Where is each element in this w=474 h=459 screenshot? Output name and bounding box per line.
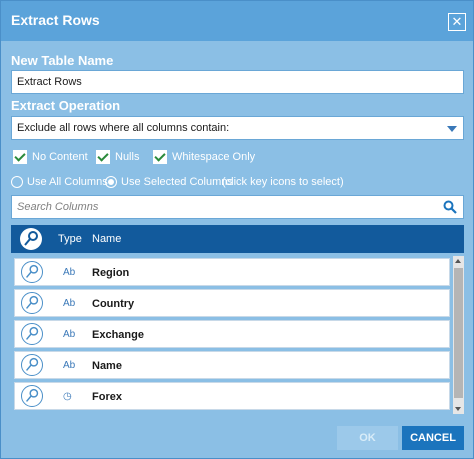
name-cell: Name xyxy=(92,360,122,372)
name-cell: Exchange xyxy=(92,329,144,341)
table-row[interactable]: ◷ Forex xyxy=(14,382,450,410)
table-name-label: New Table Name xyxy=(11,53,114,68)
checkbox-checked-icon[interactable] xyxy=(153,150,167,164)
table-row[interactable]: Ab Name xyxy=(14,351,450,379)
nulls-checkbox[interactable]: Nulls xyxy=(96,150,139,164)
whitespace-only-label: Whitespace Only xyxy=(172,151,256,163)
no-content-checkbox[interactable]: No Content xyxy=(13,150,88,164)
radio-unselected-icon[interactable] xyxy=(11,176,23,188)
name-cell: Country xyxy=(92,298,135,310)
type-cell: Ab xyxy=(63,298,76,309)
ok-button[interactable]: OK xyxy=(337,426,398,450)
title-bar: Extract Rows ✕ xyxy=(1,1,473,41)
radio-hint: (click key icons to select) xyxy=(222,176,344,188)
type-cell: Ab xyxy=(63,329,76,340)
key-icon[interactable] xyxy=(21,292,43,314)
scroll-up-icon[interactable] xyxy=(455,259,461,263)
table-row[interactable]: Ab Region xyxy=(14,258,450,286)
extract-operation-label: Extract Operation xyxy=(11,98,121,113)
search-icon[interactable] xyxy=(443,200,457,214)
table-row[interactable]: Ab Country xyxy=(14,289,450,317)
radio-selected-icon[interactable] xyxy=(105,176,117,188)
table-row[interactable]: Ab Exchange xyxy=(14,320,450,348)
name-cell: Region xyxy=(92,267,130,279)
chevron-down-icon[interactable] xyxy=(447,126,457,132)
use-selected-columns-radio[interactable]: Use Selected Columns xyxy=(105,176,233,188)
extract-rows-dialog: Extract Rows ✕ New Table Name Extract Ro… xyxy=(0,0,474,459)
extract-operation-value: Exclude all rows where all columns conta… xyxy=(17,122,230,134)
key-icon[interactable] xyxy=(21,385,43,407)
checkbox-checked-icon[interactable] xyxy=(13,150,27,164)
table-name-input[interactable]: Extract Rows xyxy=(11,70,464,94)
use-all-columns-label: Use All Columns xyxy=(27,176,108,188)
type-cell: Ab xyxy=(63,267,76,278)
key-icon[interactable] xyxy=(21,354,43,376)
search-columns-input[interactable]: Search Columns xyxy=(11,195,464,219)
whitespace-only-checkbox[interactable]: Whitespace Only xyxy=(153,150,255,164)
extract-operation-select[interactable]: Exclude all rows where all columns conta… xyxy=(11,116,464,140)
nulls-label: Nulls xyxy=(115,151,140,163)
grid-scrollbar[interactable] xyxy=(453,256,464,414)
dialog-title: Extract Rows xyxy=(11,12,100,28)
key-icon[interactable] xyxy=(21,323,43,345)
scroll-down-icon[interactable] xyxy=(455,407,461,411)
type-column-header[interactable]: Type xyxy=(58,233,82,245)
close-icon[interactable]: ✕ xyxy=(448,13,466,31)
type-cell: Ab xyxy=(63,360,76,371)
no-content-label: No Content xyxy=(32,151,88,163)
grid-header: Type Name xyxy=(11,225,464,253)
checkbox-checked-icon[interactable] xyxy=(96,150,110,164)
search-placeholder: Search Columns xyxy=(17,201,99,213)
clock-icon: ◷ xyxy=(63,391,72,402)
scroll-thumb[interactable] xyxy=(454,268,463,398)
use-all-columns-radio[interactable]: Use All Columns xyxy=(11,176,108,188)
key-icon[interactable] xyxy=(21,261,43,283)
cancel-button[interactable]: CANCEL xyxy=(402,426,464,450)
key-icon[interactable] xyxy=(20,228,42,250)
name-column-header[interactable]: Name xyxy=(92,233,121,245)
use-selected-columns-label: Use Selected Columns xyxy=(121,176,233,188)
name-cell: Forex xyxy=(92,391,122,403)
